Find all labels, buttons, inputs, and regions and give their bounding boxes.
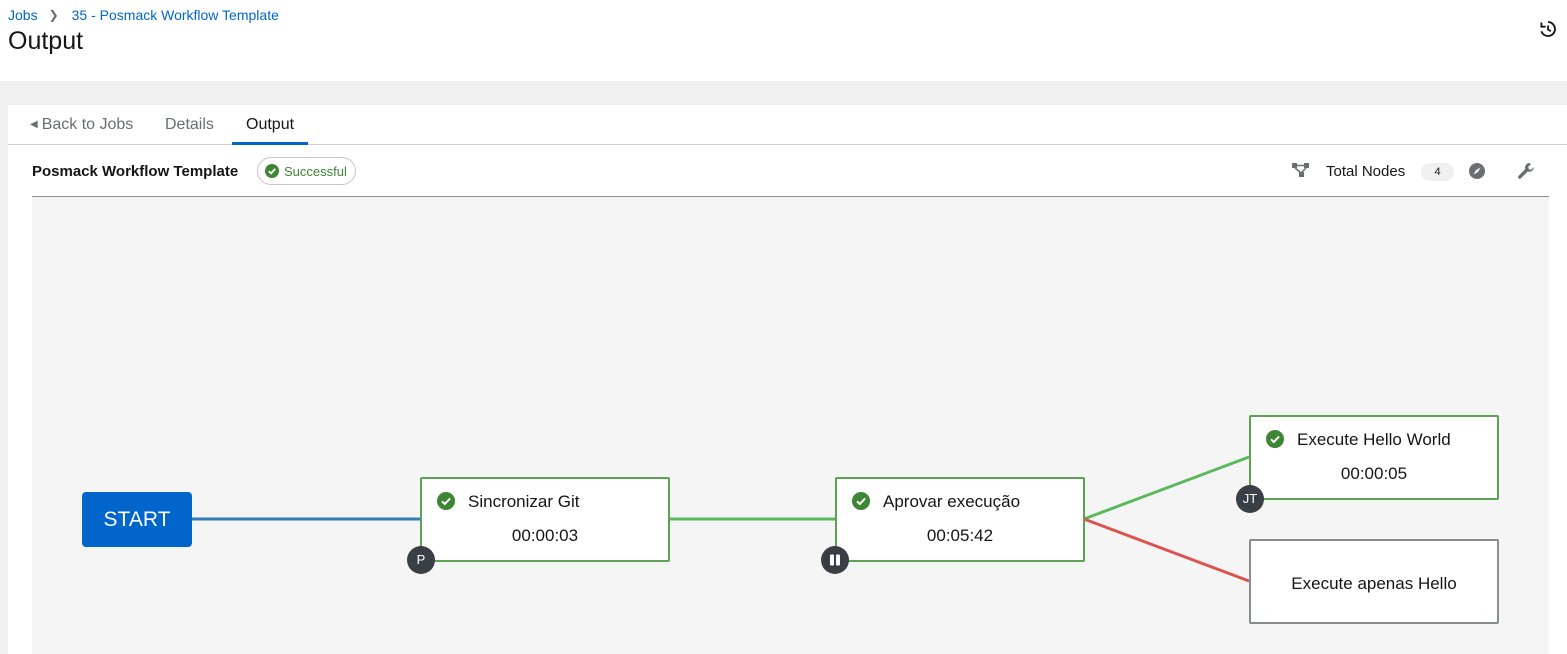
node-elapsed-time: 00:05:42 [926,526,994,545]
node-title: Sincronizar Git [468,492,580,511]
history-icon[interactable] [1538,19,1558,39]
workflow-toolbar: Posmack Workflow Template Successful Tot… [32,146,1549,197]
node-elapsed-time: 00:00:05 [1340,464,1408,483]
page-header: Jobs ❯ 35 - Posmack Workflow Template Ou… [0,0,1567,81]
tab-back-to-jobs[interactable]: ◀ Back to Jobs [30,105,133,145]
page-title: Output [8,27,84,55]
link-approval-to-apenas-hello [1083,517,1250,583]
workflow-node-execute-apenas-hello[interactable]: Execute apenas Hello [1249,539,1499,624]
link-approval-to-hello-world [1083,455,1250,521]
breadcrumb-jobs-link[interactable]: Jobs [8,7,38,23]
breadcrumb: Jobs ❯ 35 - Posmack Workflow Template [8,7,279,23]
tab-output[interactable]: Output [231,105,309,145]
project-sync-badge: P [407,546,435,574]
node-title: Execute apenas Hello [1291,574,1457,593]
workflow-graph-canvas[interactable]: START Sincronizar Git 00:00:03 P Aprovar… [32,197,1549,654]
tab-label: Details [165,116,214,133]
check-circle-icon [1266,430,1284,448]
wrench-icon[interactable] [1516,161,1536,181]
chevron-right-icon: ❯ [48,8,59,22]
check-circle-icon [265,164,279,178]
start-node[interactable]: START [82,492,192,547]
node-title: Aprovar execução [883,492,1021,511]
tab-label: Back to Jobs [41,116,134,133]
workflow-name: Posmack Workflow Template [32,163,239,180]
check-circle-icon [852,492,870,510]
total-nodes-label: Total Nodes [1326,163,1406,180]
compass-icon[interactable] [1468,162,1486,180]
node-title: Execute Hello World [1297,430,1451,449]
tab-label: Output [246,116,295,133]
caret-left-icon: ◀ [30,119,38,130]
tab-bar: ◀ Back to Jobs Details Output [8,105,1567,145]
tab-details[interactable]: Details [165,105,214,145]
topology-icon[interactable] [1292,162,1310,178]
pause-icon [821,546,849,574]
node-elapsed-time: 00:00:03 [511,526,579,545]
workflow-node-aprovar-execucao[interactable]: Aprovar execução 00:05:42 [835,477,1085,562]
workflow-node-execute-hello-world[interactable]: Execute Hello World 00:00:05 [1249,415,1499,500]
total-nodes-count: 4 [1421,163,1454,181]
status-label: Successful [284,163,347,179]
job-template-badge: JT [1236,485,1264,513]
breadcrumb-current-link[interactable]: 35 - Posmack Workflow Template [72,7,279,23]
check-circle-icon [437,492,455,510]
workflow-node-sincronizar-git[interactable]: Sincronizar Git 00:00:03 [420,477,670,562]
status-badge: Successful [257,157,356,185]
